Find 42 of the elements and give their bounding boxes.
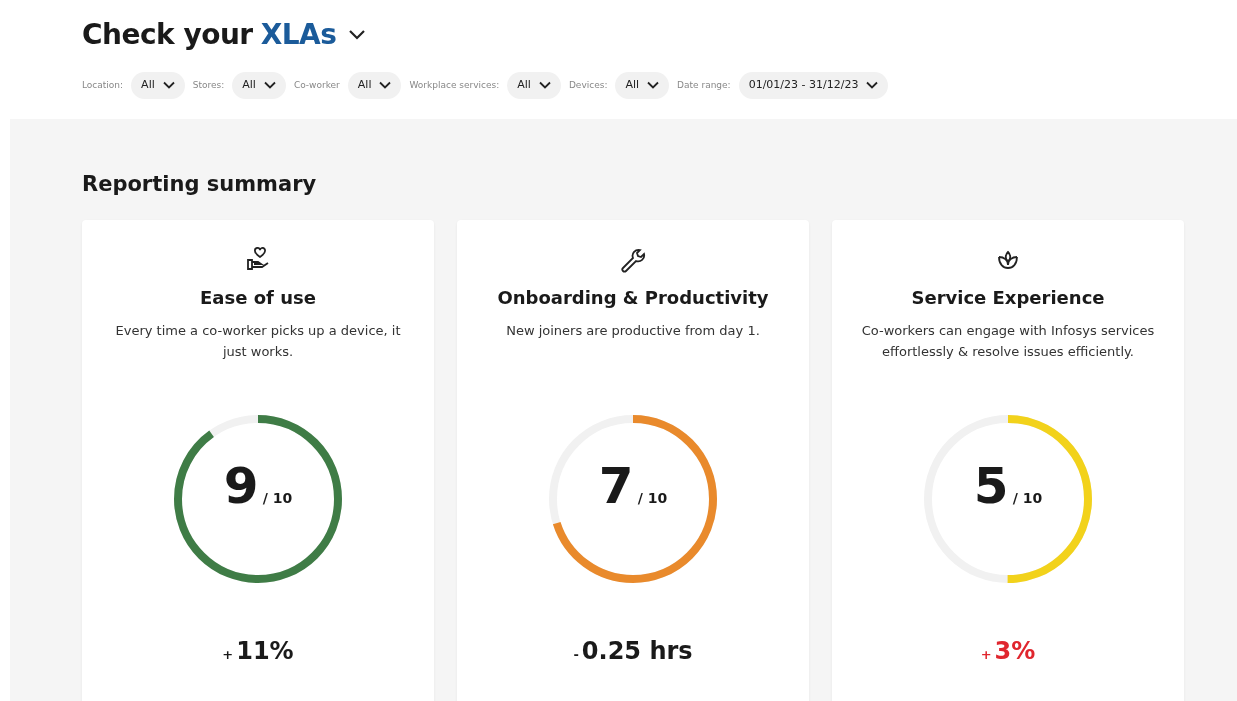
page-title: Check your xyxy=(82,17,253,53)
card-description: Co-workers can engage with Infosys services effortlessly & resolve issues efficiently. xyxy=(860,322,1156,361)
delta-sign: - xyxy=(573,646,579,664)
delta-value: 0.25 hrs xyxy=(581,636,693,667)
caret-icon xyxy=(162,81,175,90)
card-description: Every time a co-worker picks up a device, it just works. xyxy=(114,322,402,361)
delta-sign: + xyxy=(222,646,234,664)
section-title: Reporting summary xyxy=(82,170,318,198)
filter-dropdown[interactable]: 01/01/23 - 31/12/23 xyxy=(738,72,889,99)
filter-dropdown[interactable]: All xyxy=(131,72,185,99)
card-title: Service Experience xyxy=(910,286,1106,310)
card-title: Ease of use xyxy=(199,286,317,310)
score-max: / 10 xyxy=(1012,489,1043,508)
caret-icon xyxy=(538,81,551,90)
wrench-icon xyxy=(618,246,648,274)
caret-icon xyxy=(263,81,276,90)
score-value: 5 xyxy=(973,461,1009,511)
card-title: Onboarding & Productivity xyxy=(496,286,770,310)
title-dropdown[interactable] xyxy=(348,29,367,41)
delta-value: 3% xyxy=(994,636,1036,667)
filter-label: Devices: xyxy=(568,78,608,92)
filter-dropdown[interactable]: All xyxy=(347,72,402,99)
filter-label: Location: xyxy=(82,78,124,92)
filter-dropdown[interactable]: All xyxy=(615,72,670,99)
filter-label: Date range: xyxy=(677,78,731,92)
score-value: 7 xyxy=(598,461,634,511)
delta-value: 11% xyxy=(236,636,294,667)
score-value: 9 xyxy=(223,461,259,511)
caret-icon xyxy=(866,81,879,90)
score-max: / 10 xyxy=(262,489,293,508)
filter-dropdown[interactable]: All xyxy=(232,72,286,99)
filter-label: Workplace services: xyxy=(409,78,500,92)
page-title-highlight: XLAs xyxy=(260,17,337,53)
caret-icon xyxy=(348,29,367,41)
filter-label: Co-worker xyxy=(293,78,340,92)
filter-dropdown[interactable]: All xyxy=(507,72,561,99)
score-max: / 10 xyxy=(637,489,668,508)
caret-icon xyxy=(379,81,392,90)
card-description: New joiners are productive from day 1. xyxy=(505,322,761,340)
filter-label: Stores: xyxy=(192,78,225,92)
caret-icon xyxy=(647,81,660,90)
delta-sign: + xyxy=(980,646,992,664)
